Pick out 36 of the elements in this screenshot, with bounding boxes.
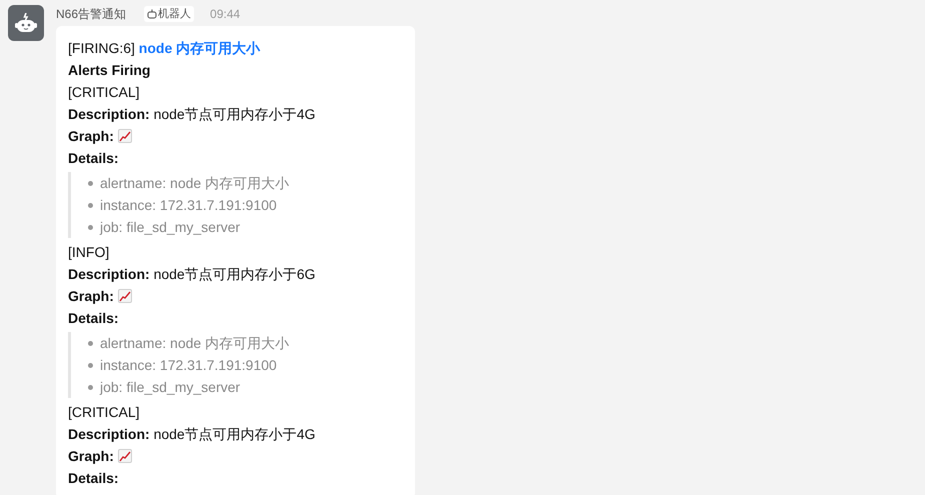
chart-icon: [118, 289, 132, 303]
sender-name: N66告警通知: [56, 6, 126, 23]
bullet-icon: [88, 180, 93, 186]
message-time: 09:44: [210, 6, 240, 23]
severity-label: [CRITICAL]: [68, 83, 141, 102]
robot-icon: [147, 9, 158, 19]
bullet-icon: [88, 384, 93, 390]
severity-label: [CRITICAL]: [68, 403, 141, 422]
description-text: Description: node节点可用内存小于4G: [68, 105, 316, 124]
detail-item: job: file_sd_my_server: [100, 218, 240, 237]
description-text: Description: node节点可用内存小于6G: [68, 265, 316, 284]
bullet-icon: [88, 340, 93, 346]
alert-title: [FIRING:6] node 内存可用大小: [68, 39, 262, 58]
chart-icon: [118, 449, 132, 463]
bullet-icon: [88, 202, 93, 208]
robot-tag: 机器人: [144, 6, 194, 22]
severity-label: [INFO]: [68, 243, 110, 262]
bullet-icon: [88, 362, 93, 368]
description-text: Description: node节点可用内存小于4G: [68, 425, 316, 444]
detail-item: alertname: node 内存可用大小: [100, 334, 290, 353]
bullet-icon: [88, 224, 93, 230]
detail-item: instance: 172.31.7.191:9100: [100, 196, 277, 215]
alerts-heading: Alerts Firing: [68, 61, 152, 80]
graph-label: Graph:: [68, 287, 114, 306]
robot-icon: [15, 13, 37, 33]
graph-label: Graph:: [68, 447, 114, 466]
graph-label: Graph:: [68, 127, 114, 146]
chart-icon: [118, 129, 132, 143]
detail-item: instance: 172.31.7.191:9100: [100, 356, 277, 375]
alert-link[interactable]: node 内存可用大小: [138, 40, 260, 56]
detail-item: alertname: node 内存可用大小: [100, 174, 290, 193]
details-label: Details:: [68, 149, 120, 168]
details-label: Details:: [68, 469, 120, 488]
bot-avatar[interactable]: [8, 5, 44, 41]
detail-item: job: file_sd_my_server: [100, 378, 240, 397]
details-label: Details:: [68, 309, 120, 328]
